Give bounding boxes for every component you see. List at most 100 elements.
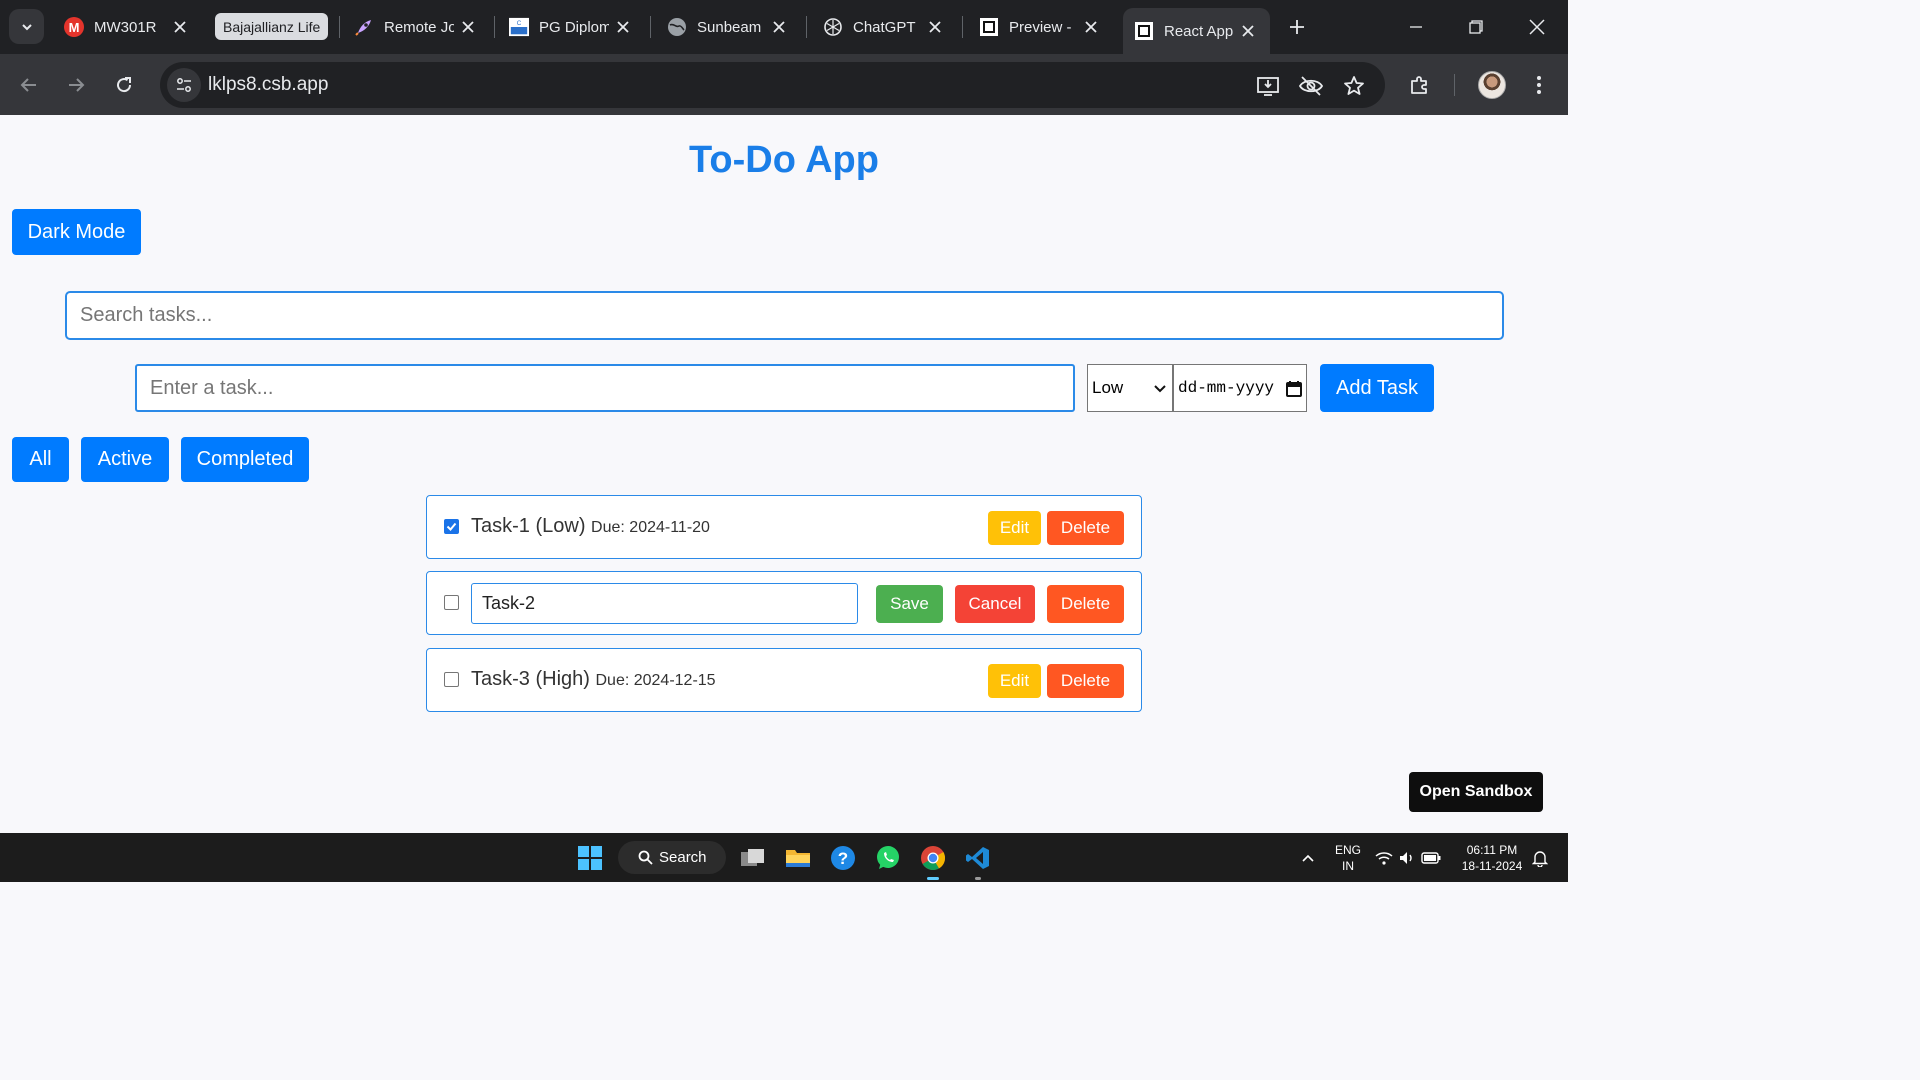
- new-task-input[interactable]: [135, 364, 1075, 412]
- task-complete-checkbox[interactable]: [444, 519, 459, 534]
- windows-taskbar: Search ? ENG IN 06:11 PM 18-11-2024: [0, 833, 1568, 882]
- input-language-indicator[interactable]: ENG IN: [1328, 842, 1368, 874]
- start-button[interactable]: [573, 841, 607, 875]
- close-tab-icon[interactable]: [1238, 21, 1258, 41]
- back-button[interactable]: [12, 68, 46, 102]
- rocket-icon: [354, 17, 374, 37]
- notifications-button[interactable]: [1527, 841, 1553, 875]
- task-complete-checkbox[interactable]: [444, 672, 459, 687]
- toolbar-divider: [1454, 74, 1455, 96]
- svg-text:C: C: [517, 20, 522, 27]
- bookmark-star-icon[interactable]: [1341, 73, 1367, 99]
- install-app-icon[interactable]: [1255, 73, 1281, 99]
- chrome-button[interactable]: [916, 841, 950, 875]
- show-hidden-icons-button[interactable]: [1291, 841, 1325, 875]
- battery-icon: [1421, 852, 1441, 864]
- task-view-button[interactable]: [736, 841, 770, 875]
- minimize-button[interactable]: [1393, 8, 1439, 46]
- task-label: Task-1 (Low) Due: 2024-11-20: [471, 515, 710, 538]
- delete-button[interactable]: Delete: [1047, 664, 1124, 698]
- browser-tab-react-app[interactable]: React App: [1123, 8, 1270, 54]
- edit-button[interactable]: Edit: [988, 511, 1041, 545]
- eye-slash-icon[interactable]: [1298, 73, 1324, 99]
- language-code: ENG: [1334, 843, 1361, 857]
- close-tab-icon[interactable]: [769, 17, 789, 37]
- globe-icon: [667, 17, 687, 37]
- close-window-button[interactable]: [1514, 8, 1560, 46]
- restore-icon: [1469, 20, 1483, 34]
- taskbar-search[interactable]: Search: [618, 841, 726, 874]
- close-tab-icon[interactable]: [170, 17, 190, 37]
- search-input[interactable]: [65, 291, 1504, 340]
- profile-button[interactable]: [1475, 68, 1509, 102]
- close-tab-icon[interactable]: [925, 17, 945, 37]
- whatsapp-icon: [877, 846, 899, 869]
- clock[interactable]: 06:11 PM 18-11-2024: [1452, 842, 1532, 874]
- vscode-button[interactable]: [961, 841, 995, 875]
- calendar-icon[interactable]: [1286, 380, 1302, 397]
- puzzle-icon: [1411, 76, 1427, 94]
- address-bar[interactable]: lklps8.csb.app: [160, 62, 1385, 108]
- task-complete-checkbox[interactable]: [444, 595, 459, 610]
- browser-tab-pg-diploma[interactable]: C PG Diplom: [501, 8, 641, 46]
- task-label: Task-3 (High) Due: 2024-12-15: [471, 668, 716, 691]
- file-explorer-button[interactable]: [781, 841, 815, 875]
- add-task-button[interactable]: Add Task: [1320, 364, 1434, 412]
- browser-tab-chatgpt[interactable]: ChatGPT: [813, 8, 953, 46]
- tab-title: ChatGPT: [853, 18, 916, 36]
- chevron-up-icon: [1302, 854, 1314, 862]
- close-tab-icon[interactable]: [613, 17, 633, 37]
- edit-button[interactable]: Edit: [988, 664, 1041, 698]
- plus-icon: [1290, 20, 1304, 34]
- reload-button[interactable]: [107, 68, 141, 102]
- tab-title: MW301R: [94, 18, 157, 36]
- tab-search-button[interactable]: [9, 9, 44, 44]
- chevron-down-icon: [21, 23, 32, 30]
- due-date-input[interactable]: dd-mm-yyyy: [1173, 364, 1307, 412]
- square-icon: [1134, 21, 1154, 41]
- url-text: lklps8.csb.app: [208, 74, 329, 95]
- filter-active-button[interactable]: Active: [81, 437, 169, 482]
- tab-group-chip[interactable]: Bajajallianz Life: [215, 13, 329, 40]
- site-info-icon[interactable]: [167, 68, 201, 102]
- browser-tab-mw301r[interactable]: M MW301R: [58, 8, 198, 46]
- save-button[interactable]: Save: [876, 585, 943, 623]
- forward-button[interactable]: [59, 68, 93, 102]
- kebab-menu-icon: [1537, 76, 1541, 94]
- svg-text:M: M: [69, 20, 80, 35]
- open-sandbox-button[interactable]: Open Sandbox: [1409, 772, 1543, 812]
- browser-tabstrip: M MW301R Bajajallianz Life Remote Jo C P…: [0, 0, 1568, 54]
- folder-icon: [786, 850, 810, 867]
- priority-select[interactable]: Low: [1087, 364, 1173, 412]
- close-tab-icon[interactable]: [458, 17, 478, 37]
- vscode-open-indicator: [975, 877, 981, 880]
- browser-tab-preview[interactable]: Preview -: [969, 8, 1109, 46]
- back-arrow-icon: [20, 78, 36, 92]
- browser-tab-sunbeam[interactable]: Sunbeam: [657, 8, 797, 46]
- browser-menu-button[interactable]: [1522, 68, 1556, 102]
- clock-date: 18-11-2024: [1461, 859, 1523, 873]
- cancel-button[interactable]: Cancel: [955, 585, 1035, 623]
- tab-separator: [650, 16, 651, 38]
- filter-completed-button[interactable]: Completed: [181, 437, 309, 482]
- delete-button[interactable]: Delete: [1047, 511, 1124, 545]
- avatar: [1478, 71, 1506, 99]
- mercusys-icon: M: [64, 17, 84, 37]
- system-tray-quick-settings[interactable]: [1372, 841, 1444, 875]
- new-tab-button[interactable]: [1274, 8, 1320, 46]
- task-due-date: Due: 2024-11-20: [591, 519, 710, 536]
- task-edit-input[interactable]: [471, 583, 858, 624]
- extensions-button[interactable]: [1403, 68, 1437, 102]
- restore-button[interactable]: [1453, 8, 1499, 46]
- windows-logo-icon: [578, 846, 602, 870]
- browser-tab-remote[interactable]: Remote Jo: [346, 8, 486, 46]
- get-help-button[interactable]: ?: [826, 841, 860, 875]
- region-code: IN: [1342, 859, 1354, 873]
- delete-button[interactable]: Delete: [1047, 585, 1124, 623]
- whatsapp-button[interactable]: [871, 841, 905, 875]
- dark-mode-button[interactable]: Dark Mode: [12, 209, 141, 255]
- task-due-date: Due: 2024-12-15: [595, 672, 716, 689]
- close-tab-icon[interactable]: [1081, 17, 1101, 37]
- filter-all-button[interactable]: All: [12, 437, 69, 482]
- search-icon: [638, 850, 653, 865]
